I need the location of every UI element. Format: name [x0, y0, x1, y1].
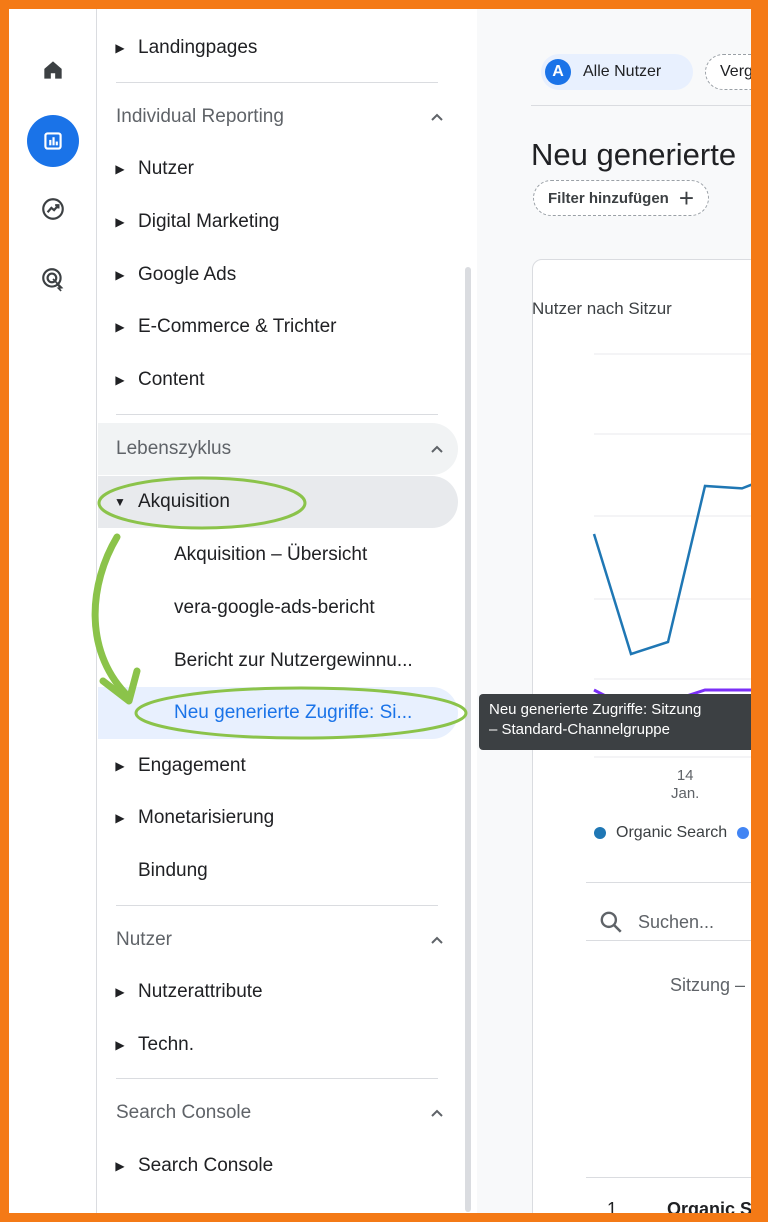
- report-navigation: ▶ Landingpages Individual Reporting ▶ Nu…: [98, 9, 466, 1213]
- reports-icon[interactable]: [27, 115, 79, 167]
- expand-arrow-icon: ▶: [115, 162, 125, 176]
- chevron-up-icon: [431, 1109, 443, 1117]
- section-search-console[interactable]: Search Console: [116, 1089, 456, 1137]
- divider: [116, 1078, 438, 1079]
- expand-arrow-icon: ▶: [115, 320, 125, 334]
- expand-arrow-icon: ▶: [115, 41, 125, 55]
- home-icon[interactable]: [29, 46, 77, 94]
- report-content: A Alle Nutzer Verg Neu generierte Filter…: [477, 9, 751, 1213]
- nav-item-neu-generierte-zugriffe[interactable]: Neu generierte Zugriffe: Si...: [98, 689, 458, 737]
- search-input[interactable]: Suchen...: [638, 912, 714, 933]
- nav-scrollbar[interactable]: [465, 267, 471, 1212]
- column-header[interactable]: Sitzung –: [670, 975, 745, 996]
- expand-arrow-icon: ▶: [115, 985, 125, 999]
- divider: [586, 940, 751, 941]
- section-individual-reporting[interactable]: Individual Reporting: [116, 93, 456, 141]
- nav-item-techn[interactable]: ▶ Techn.: [98, 1021, 458, 1069]
- nav-item-content[interactable]: ▶ Content: [98, 356, 458, 404]
- nav-item-vera-google-ads-bericht[interactable]: vera-google-ads-bericht: [98, 584, 458, 632]
- divider: [116, 82, 438, 83]
- divider: [586, 882, 751, 883]
- series-line-organic-search: [592, 483, 751, 656]
- advertising-icon[interactable]: [29, 255, 77, 303]
- x-tick-label: 14 Jan.: [671, 767, 700, 802]
- nav-item-akquisition-uebersicht[interactable]: Akquisition – Übersicht: [98, 531, 458, 579]
- nav-item-search-console[interactable]: ▶ Search Console: [98, 1142, 458, 1190]
- app-frame: ▶ Landingpages Individual Reporting ▶ Nu…: [9, 9, 751, 1213]
- expand-arrow-icon: ▶: [115, 373, 125, 387]
- expand-arrow-icon: ▶: [115, 1159, 125, 1173]
- explore-icon[interactable]: [29, 185, 77, 233]
- chart-legend: Organic Search: [594, 824, 750, 842]
- chevron-up-icon: [431, 445, 443, 453]
- section-lebenszyklus[interactable]: Lebenszyklus: [116, 425, 456, 473]
- nav-item-nutzergewinnung[interactable]: Bericht zur Nutzergewinnu...: [98, 637, 458, 685]
- expand-arrow-icon: ▶: [115, 268, 125, 282]
- expand-arrow-icon: ▶: [115, 759, 125, 773]
- table-row[interactable]: 1 Organic S: [607, 1199, 751, 1213]
- expand-arrow-icon: ▶: [115, 1038, 125, 1052]
- left-rail: [9, 9, 97, 1213]
- nav-item-digital-marketing[interactable]: ▶ Digital Marketing: [98, 198, 458, 246]
- legend-dot: [594, 827, 606, 839]
- nav-item-bindung[interactable]: Bindung: [98, 847, 458, 895]
- divider: [116, 905, 438, 906]
- nav-item-monetarisierung[interactable]: ▶ Monetarisierung: [98, 794, 458, 842]
- expand-arrow-icon: ▶: [115, 215, 125, 229]
- line-chart: [592, 353, 751, 758]
- nav-item-akquisition[interactable]: ▼ Akquisition: [98, 478, 458, 526]
- legend-dot: [737, 827, 750, 839]
- section-nutzer[interactable]: Nutzer: [116, 916, 456, 964]
- nav-item-google-ads[interactable]: ▶ Google Ads: [98, 251, 458, 299]
- nav-item-landingpages[interactable]: ▶ Landingpages: [98, 24, 458, 72]
- divider: [586, 1177, 751, 1178]
- chevron-up-icon: [431, 113, 443, 121]
- search-icon: [600, 911, 622, 933]
- nav-item-nutzer[interactable]: ▶ Nutzer: [98, 145, 458, 193]
- chevron-up-icon: [431, 936, 443, 944]
- expand-arrow-icon: ▶: [115, 811, 125, 825]
- tooltip: Neu generierte Zugriffe: Sitzung – Stand…: [479, 694, 751, 750]
- divider: [116, 414, 438, 415]
- nav-item-ecommerce[interactable]: ▶ E-Commerce & Trichter: [98, 303, 458, 351]
- nav-item-engagement[interactable]: ▶ Engagement: [98, 742, 458, 790]
- collapse-arrow-icon: ▼: [114, 495, 126, 509]
- nav-item-nutzerattribute[interactable]: ▶ Nutzerattribute: [98, 968, 458, 1016]
- table-search[interactable]: Suchen...: [598, 909, 714, 935]
